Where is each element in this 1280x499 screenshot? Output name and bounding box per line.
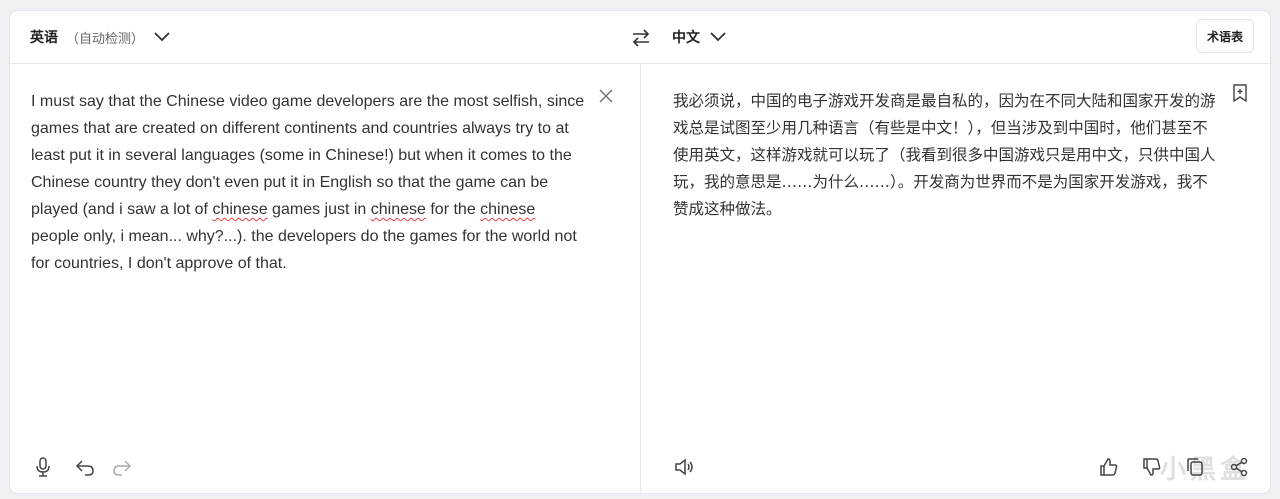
- bookmark-add-icon[interactable]: [1232, 84, 1248, 102]
- translator-card: 英语 （自动检测） 中文 术语表 I must say that the Chi…: [9, 10, 1271, 494]
- misspelled-word: chinese: [212, 201, 268, 218]
- pane-divider: [640, 63, 641, 493]
- source-text-segment: I must say that the Chinese video game d…: [31, 93, 585, 218]
- redo-icon[interactable]: [111, 456, 133, 478]
- source-text-input[interactable]: I must say that the Chinese video game d…: [31, 88, 586, 277]
- share-icon[interactable]: [1228, 456, 1250, 478]
- microphone-icon[interactable]: [32, 456, 54, 478]
- target-language-label: 中文: [672, 30, 700, 46]
- language-bar: 英语 （自动检测） 中文 术语表: [10, 11, 1270, 64]
- chevron-down-icon: [154, 32, 170, 42]
- glossary-button[interactable]: 术语表: [1195, 19, 1254, 53]
- source-text-segment: for the: [425, 201, 481, 218]
- copy-icon[interactable]: [1184, 456, 1206, 478]
- thumbs-down-icon[interactable]: [1141, 456, 1163, 478]
- speaker-icon[interactable]: [673, 456, 695, 478]
- undo-icon[interactable]: [74, 456, 96, 478]
- chevron-down-icon: [710, 32, 726, 42]
- swap-icon[interactable]: [630, 27, 652, 49]
- misspelled-word: chinese: [480, 201, 536, 218]
- source-language-selector[interactable]: 英语 （自动检测）: [30, 27, 170, 47]
- thumbs-up-icon[interactable]: [1098, 456, 1120, 478]
- target-language-selector[interactable]: 中文: [672, 27, 726, 47]
- source-language-label: 英语: [30, 30, 58, 46]
- close-icon[interactable]: [597, 87, 615, 105]
- translation-output: 我必须说，中国的电子游戏开发商是最自私的，因为在不同大陆和国家开发的游戏总是试图…: [673, 92, 1216, 218]
- auto-detect-label: （自动检测）: [66, 31, 145, 47]
- misspelled-word: chinese: [370, 201, 426, 218]
- source-text-segment: people only, i mean... why?...). the dev…: [31, 228, 577, 272]
- source-text-segment: games just in: [267, 201, 371, 218]
